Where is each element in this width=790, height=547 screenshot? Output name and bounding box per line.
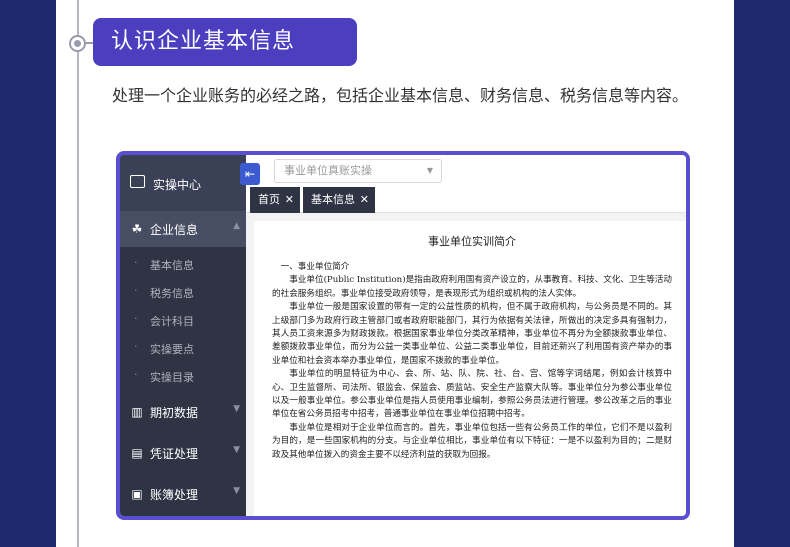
menu-ledger[interactable]: ▣ 账簿处理 ▼ <box>120 476 246 512</box>
sidebar-item-label: 会计科目 <box>150 315 194 328</box>
section-title: 认识企业基本信息 <box>93 18 357 66</box>
menu-opening-data-label: 期初数据 <box>150 406 199 420</box>
sidebar-item-label: 实操目录 <box>150 371 194 384</box>
brand-label: 实操中心 <box>153 178 202 192</box>
screenshot-frame: 实操中心 ☘ 企业信息 ▲ · 基本信息 · 税务信息 · 会计科目 · 实操要 <box>116 151 690 520</box>
tab-bar: 首页 ✕ 基本信息 ✕ <box>246 187 686 213</box>
close-icon[interactable]: ✕ <box>360 187 369 213</box>
chevron-down-icon: ▼ <box>233 445 240 455</box>
voucher-icon: ▤ <box>131 446 143 460</box>
app-window: 实操中心 ☘ 企业信息 ▲ · 基本信息 · 税务信息 · 会计科目 · 实操要 <box>120 155 686 516</box>
document-paragraph: 事业单位的明显特征为中心、会、所、站、队、院、社、台、宫、馆等字词结尾，例如会计… <box>272 369 672 420</box>
document-paragraph: 事业单位(Public Institution)是指由政府利用国有资产设立的，从… <box>272 275 672 299</box>
menu-voucher-label: 凭证处理 <box>150 447 199 461</box>
sidebar-item-accounts[interactable]: · 会计科目 <box>120 306 246 334</box>
sidebar-item-label: 税务信息 <box>150 287 194 300</box>
menu-company-info[interactable]: ☘ 企业信息 ▲ <box>120 211 246 247</box>
sidebar-item-label: 基本信息 <box>150 259 194 272</box>
document-heading: 一、事业单位简介 <box>280 262 350 272</box>
document-title: 事业单位实训简介 <box>428 235 516 248</box>
document-paragraph: 事业单位一般是国家设置的带有一定的公益性质的机构，但不属于政府机构，与公务员是不… <box>272 302 672 366</box>
monitor-chart-icon <box>130 175 145 188</box>
cluster-icon: ☘ <box>131 222 143 236</box>
bullet-icon: · <box>134 312 138 325</box>
chevron-up-icon: ▲ <box>233 221 240 231</box>
bullet-icon: · <box>134 368 138 381</box>
tab-home[interactable]: 首页 ✕ <box>250 187 300 213</box>
sidebar-item-key-points[interactable]: · 实操要点 <box>120 334 246 362</box>
unit-select-placeholder: 事业单位真账实操 <box>284 164 372 177</box>
sidebar-item-basic-info[interactable]: · 基本信息 <box>120 250 246 278</box>
menu-ledger-label: 账簿处理 <box>150 488 199 502</box>
sidebar: 实操中心 ☘ 企业信息 ▲ · 基本信息 · 税务信息 · 会计科目 · 实操要 <box>120 155 246 516</box>
document-view: 事业单位实训简介 一、事业单位简介 事业单位(Public Institutio… <box>254 221 686 516</box>
chevron-down-icon: ▼ <box>233 486 240 496</box>
menu-opening-data[interactable]: ▥ 期初数据 ▼ <box>120 394 246 430</box>
menu-company-info-label: 企业信息 <box>150 223 199 237</box>
timeline-line <box>77 0 79 547</box>
sidebar-item-catalog[interactable]: · 实操目录 <box>120 362 246 390</box>
menu-voucher[interactable]: ▤ 凭证处理 ▼ <box>120 435 246 471</box>
bullet-icon: · <box>134 256 138 269</box>
sidebar-item-tax-info[interactable]: · 税务信息 <box>120 278 246 306</box>
chevron-down-icon: ▼ <box>233 404 240 414</box>
bar-chart-icon: ▥ <box>131 405 143 419</box>
sidebar-item-label: 实操要点 <box>150 343 194 356</box>
ledger-book-icon: ▣ <box>131 487 143 501</box>
bullet-icon: · <box>134 340 138 353</box>
section-description: 处理一个企业账务的必经之路，包括企业基本信息、财务信息、税务信息等内容。 <box>112 86 689 105</box>
caret-down-icon: ▼ <box>426 166 433 175</box>
timeline-dot-icon <box>69 35 86 52</box>
sidebar-brand[interactable]: 实操中心 <box>120 155 246 211</box>
top-bar: 事业单位真账实操 ▼ <box>246 155 686 187</box>
tab-basic-info-label: 基本信息 <box>311 193 355 206</box>
bullet-icon: · <box>134 284 138 297</box>
close-icon[interactable]: ✕ <box>285 187 294 213</box>
collapse-sidebar-button[interactable]: ⇤ <box>240 163 260 185</box>
tab-basic-info[interactable]: 基本信息 ✕ <box>303 187 375 213</box>
unit-select[interactable]: 事业单位真账实操 ▼ <box>274 159 442 183</box>
arrow-left-icon: ⇤ <box>244 167 256 181</box>
document-paragraph: 事业单位是相对于企业单位而言的。首先，事业单位包括一些有公务员工作的单位，它们不… <box>272 422 672 460</box>
tab-home-label: 首页 <box>258 193 280 206</box>
